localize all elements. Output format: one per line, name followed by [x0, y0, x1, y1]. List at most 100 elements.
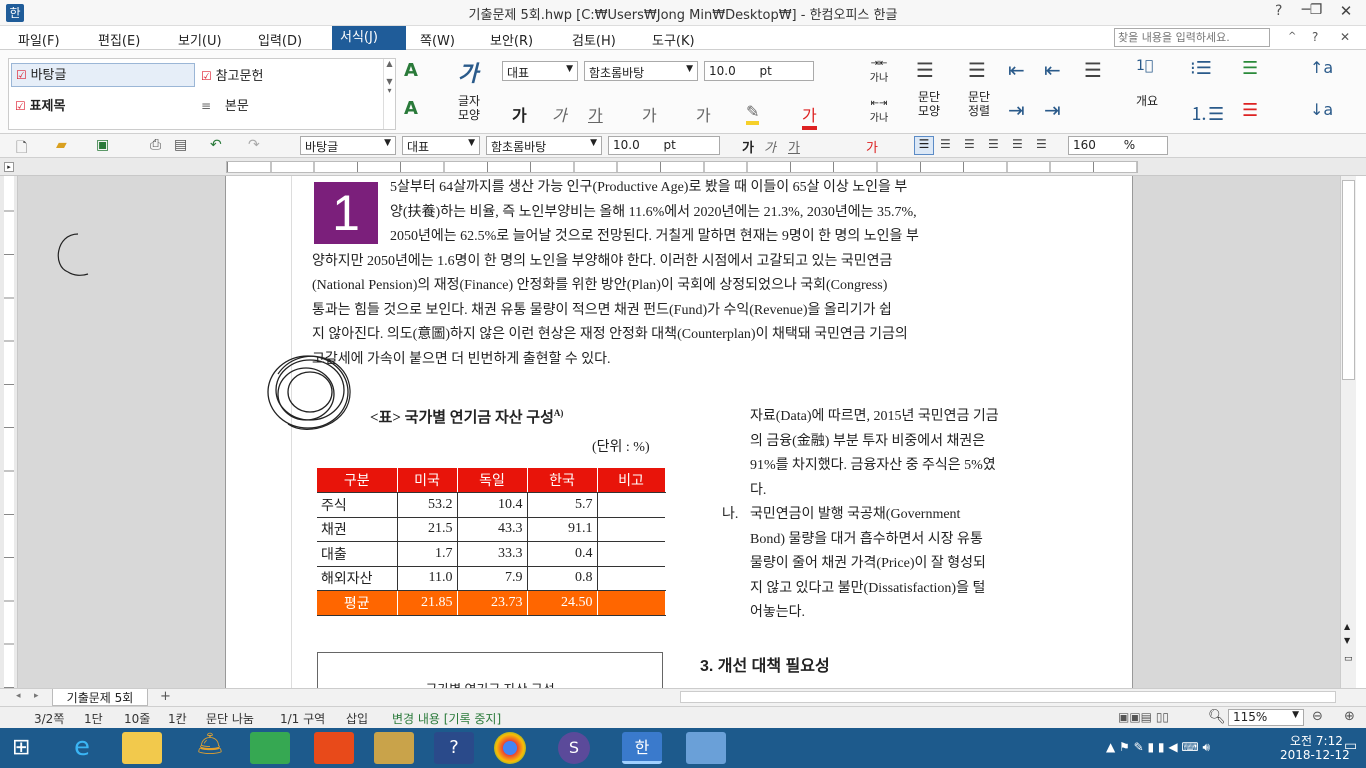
style-item-body[interactable]: ≡ 본문: [201, 95, 249, 114]
sort-asc-icon[interactable]: ↑a: [1310, 58, 1333, 77]
align-right-icon[interactable]: ☰: [988, 137, 999, 151]
char-shape-icon[interactable]: 가: [458, 56, 478, 88]
table-cell[interactable]: 주식: [317, 492, 397, 518]
bullet-list-icon[interactable]: ⁝☰: [1190, 58, 1212, 79]
outdent-icon[interactable]: ⇥: [1008, 98, 1025, 122]
undo-icon[interactable]: ↶: [210, 137, 222, 153]
line-spacing-input[interactable]: 160 %: [1068, 136, 1168, 155]
ruler-corner[interactable]: ▸: [4, 162, 14, 172]
table-cell[interactable]: [596, 517, 665, 542]
menu-review[interactable]: 검토(H): [572, 30, 616, 49]
list-item-line[interactable]: 어놓는다.: [750, 601, 1050, 626]
align-split-icon[interactable]: ☰: [1036, 137, 1047, 151]
help-menu-icon[interactable]: ?: [1312, 30, 1318, 44]
font-color-icon-2[interactable]: 가: [866, 137, 878, 156]
font-lang-select-2[interactable]: 대표 ▼: [402, 136, 480, 155]
table-cell[interactable]: 10.4: [456, 492, 527, 518]
list-item-line[interactable]: 국민연금이 발행 국공채(Government: [750, 503, 1050, 528]
vertical-scrollbar[interactable]: ▲ ▼ ▭: [1340, 176, 1356, 688]
outline-text-icon[interactable]: 가: [696, 102, 711, 126]
table-cell[interactable]: 0.4: [526, 541, 597, 567]
underline-icon-2[interactable]: 가: [788, 137, 800, 156]
redo-icon[interactable]: ↷: [248, 137, 260, 153]
right-column-line[interactable]: 자료(Data)에 따르면, 2015년 국민연금 기금: [750, 405, 1050, 430]
print-icon[interactable]: ⎙: [150, 137, 161, 153]
store-icon[interactable]: [250, 732, 290, 764]
menu-view[interactable]: 보기(U): [178, 30, 222, 49]
numbered-list-icon[interactable]: ⒈☰: [1190, 100, 1224, 126]
style-item-table-title[interactable]: ☑ 표제목: [15, 95, 65, 114]
paragraph-1-line[interactable]: 5살부터 64살까지를 생산 가능 인구(Productive Age)로 봤을…: [390, 176, 1048, 201]
page-nav-icon[interactable]: ▭: [1344, 654, 1353, 664]
box-icon[interactable]: [374, 732, 414, 764]
search-input[interactable]: [1114, 28, 1270, 47]
horizontal-ruler[interactable]: ▸: [0, 158, 1366, 176]
s-app-icon[interactable]: S: [558, 732, 590, 764]
paragraph-1-line[interactable]: 양하지만 2050년에는 1.6명이 한 명의 노인을 부양해야 한다. 이러한…: [312, 250, 1048, 275]
italic-icon[interactable]: 가: [552, 102, 567, 126]
outline-icon[interactable]: 1⃣: [1136, 58, 1153, 74]
right-column-line[interactable]: 의 금융(金融) 부분 투자 비중에서 채권은: [750, 430, 1050, 455]
status-section[interactable]: 1/1 구역: [280, 710, 325, 727]
align-center-icon[interactable]: ☰: [964, 137, 975, 151]
font-lang-select[interactable]: 대표 ▼: [502, 61, 578, 81]
underline-icon[interactable]: 가: [588, 102, 603, 126]
table-header-cell[interactable]: 비고: [597, 468, 666, 493]
status-insert-mode[interactable]: 삽입: [346, 710, 368, 727]
table-header-cell[interactable]: 미국: [397, 468, 458, 493]
font-name-select[interactable]: 함초롬바탕 ▼: [584, 61, 698, 81]
table-cell[interactable]: 11.0: [396, 566, 457, 591]
indent-icon[interactable]: ⇤: [1008, 58, 1025, 82]
menu-security[interactable]: 보안(R): [490, 30, 533, 49]
char-spacing-wide-icon[interactable]: ⇤⇥ 가나: [868, 98, 890, 124]
status-track-changes[interactable]: 변경 내용 [기록 중지]: [392, 710, 501, 727]
office-icon[interactable]: [314, 732, 354, 764]
ribbon-collapse-icon[interactable]: ^: [1288, 31, 1296, 42]
style-apply-icon[interactable]: A: [404, 60, 418, 81]
table-cell[interactable]: 해외자산: [317, 566, 397, 591]
numbered-list2-icon[interactable]: ☰: [1242, 100, 1258, 121]
file-explorer-icon[interactable]: [122, 732, 162, 764]
chart-box[interactable]: 국가별 연기금 자산 구성: [317, 652, 663, 688]
table-cell[interactable]: [596, 492, 665, 518]
zoom-out-icon[interactable]: ⊖: [1312, 709, 1323, 724]
question-app-icon[interactable]: ?: [434, 732, 474, 764]
table-cell[interactable]: 91.1: [526, 517, 597, 542]
list-item-line[interactable]: 물량이 줄어 채권 가격(Price)이 잘 형성되: [750, 552, 1050, 577]
doc-tab[interactable]: 기출문제 5회: [52, 689, 148, 706]
table-cell[interactable]: 5.7: [526, 492, 597, 518]
chrome-icon[interactable]: [494, 732, 526, 764]
doc-close-icon[interactable]: ✕: [1340, 30, 1350, 44]
section-heading[interactable]: 3. 개선 대책 필요성: [700, 652, 830, 676]
tab-prev-icon[interactable]: ◂: [16, 691, 21, 701]
table-footer-cell[interactable]: 21.85: [397, 590, 458, 616]
font-size-input[interactable]: 10.0 pt: [704, 61, 814, 81]
scroll-thumb[interactable]: [1342, 180, 1355, 380]
save-icon[interactable]: ▣: [96, 137, 109, 153]
document-area[interactable]: 1 5살부터 64살까지를 생산 가능 인구(Productive Age)로 …: [18, 176, 1340, 688]
menu-insert[interactable]: 입력(D): [258, 30, 302, 49]
paragraph-1-line[interactable]: 고갈세에 가속이 붙으면 더 빈번하게 출현할 수 있다.: [312, 348, 1048, 373]
style-item-references[interactable]: ☑ 참고문헌: [201, 65, 263, 84]
table-footer-cell[interactable]: 평균: [317, 590, 398, 616]
table-cell[interactable]: 53.2: [396, 492, 457, 518]
table-footer-cell[interactable]: 23.73: [457, 590, 528, 616]
view-mode-icons[interactable]: ▣▣▤ ▯▯: [1118, 710, 1169, 724]
checklist-icon[interactable]: ☰: [1242, 58, 1258, 79]
add-tab-button[interactable]: +: [160, 689, 171, 704]
scroll-down-arrow[interactable]: ▼: [1344, 636, 1350, 645]
char-spacing-narrow-icon[interactable]: ⇥⇤ 가나: [868, 58, 890, 84]
table-header-cell[interactable]: 독일: [457, 468, 528, 493]
align-justify-icon[interactable]: ☰: [914, 136, 934, 155]
style-item-normal[interactable]: ☑ 바탕글: [11, 63, 195, 87]
table-cell[interactable]: 21.5: [396, 517, 457, 542]
table-cell[interactable]: 0.8: [526, 566, 597, 591]
para-shape-icon[interactable]: ☰: [916, 58, 934, 82]
viewer-icon[interactable]: [686, 732, 726, 764]
h-scrollbar[interactable]: [680, 691, 1336, 703]
zoom-select[interactable]: 115% ▼: [1228, 709, 1304, 726]
strikethrough-icon[interactable]: 가: [642, 102, 657, 126]
open-icon[interactable]: ▰: [56, 137, 67, 153]
style-select[interactable]: 바탕글 ▼: [300, 136, 396, 155]
help-icon[interactable]: ?: [1275, 3, 1282, 19]
